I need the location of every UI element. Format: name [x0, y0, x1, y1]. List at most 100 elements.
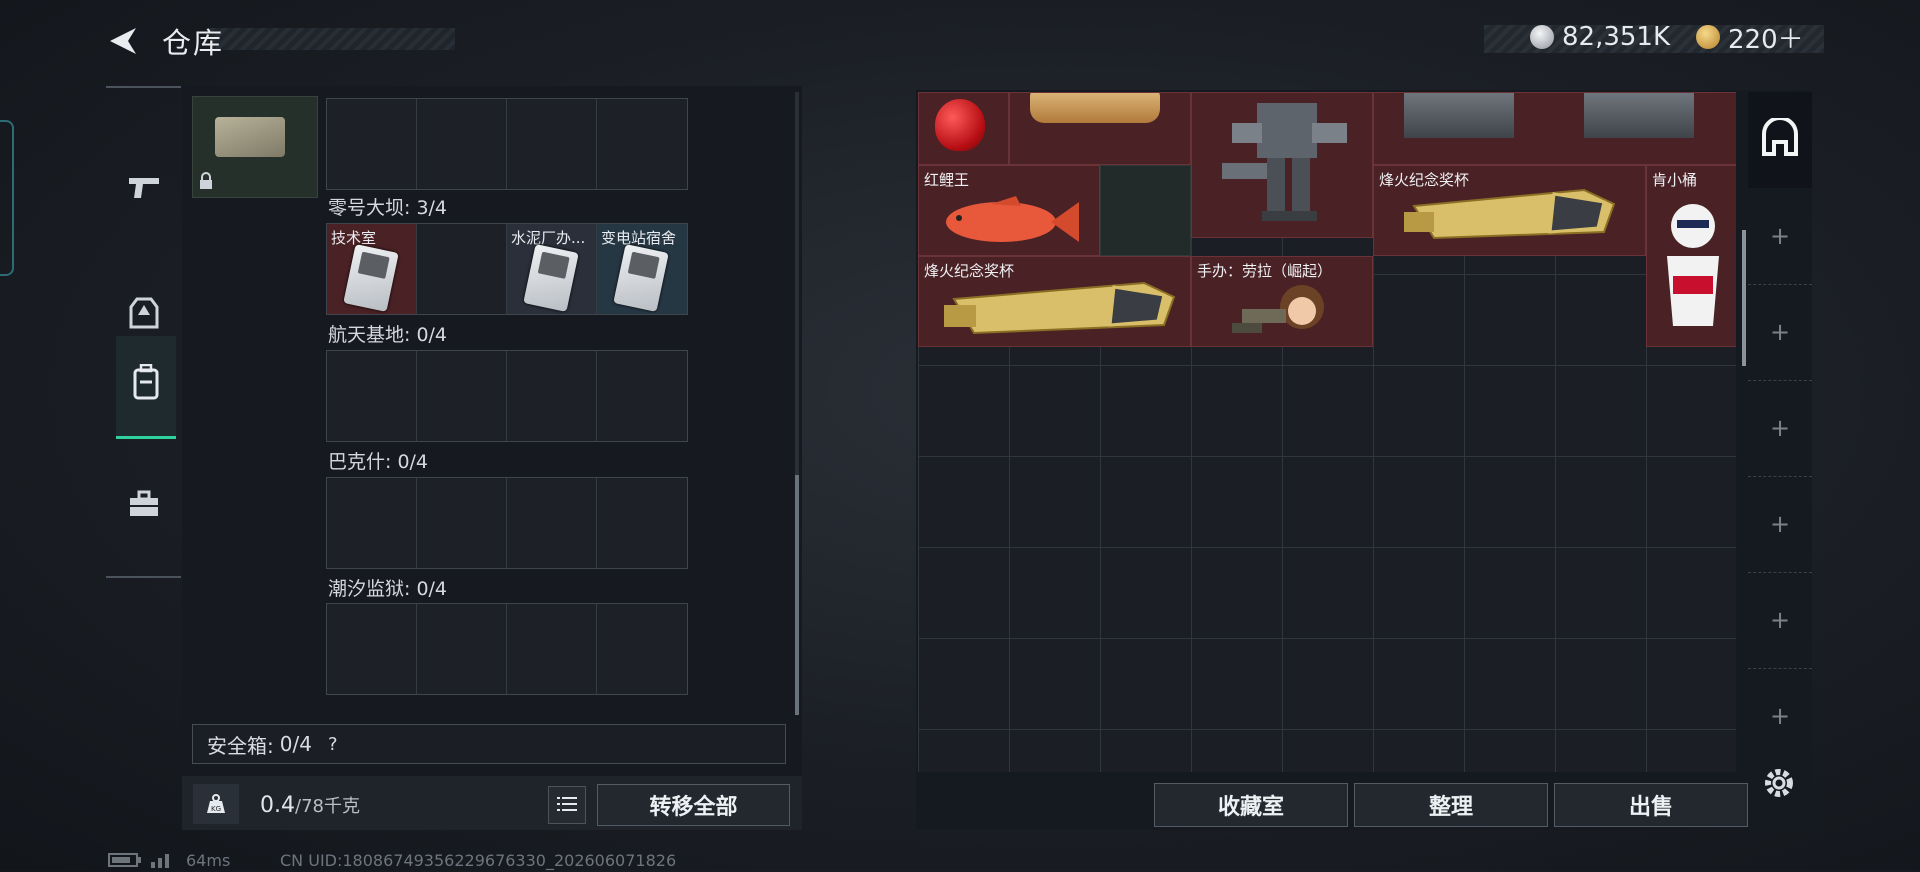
plus-icon: + [1769, 414, 1791, 442]
backpack-grid: 红鲤王 烽火纪念奖杯 肯小桶 烽火纪念奖杯 手办：劳拉（崛起） [918, 92, 1736, 772]
empty-slot[interactable] [327, 351, 417, 441]
nav-weapons[interactable] [106, 140, 181, 240]
add-container-button[interactable]: + [1748, 188, 1812, 285]
currency-primary-value: 82,351K [1562, 22, 1671, 52]
plus-icon: + [1769, 510, 1791, 538]
section-title-bakhsh: 巴克什: 0/4 [328, 451, 429, 473]
plus-icon: + [1769, 318, 1791, 346]
add-container-button[interactable]: + [1748, 668, 1812, 764]
add-container-button[interactable]: + [1748, 572, 1812, 669]
currency-secondary-value: 220＋ [1728, 24, 1804, 55]
left-scrollbar-thumb[interactable] [795, 475, 799, 715]
empty-slot[interactable] [507, 99, 597, 189]
empty-slot[interactable] [327, 99, 417, 189]
keycard-slot[interactable]: 水泥厂办... [507, 224, 597, 314]
help-icon[interactable]: ? [328, 734, 338, 755]
empty-slot[interactable] [417, 351, 507, 441]
nav-tools[interactable] [106, 458, 181, 558]
empty-slot[interactable] [327, 478, 417, 568]
title-decoration [210, 28, 455, 50]
list-view-button[interactable] [548, 786, 586, 824]
battery-icon [108, 852, 142, 871]
apple-image [935, 99, 985, 151]
empty-slot[interactable] [417, 478, 507, 568]
empty-slot[interactable] [597, 604, 687, 694]
trophy-item[interactable]: 烽火纪念奖杯 [918, 256, 1191, 347]
collection-grid-dam: 技术室 水泥厂办... 变电站宿舍 [326, 223, 688, 315]
scroll-image [1030, 93, 1160, 123]
empty-slot[interactable] [507, 351, 597, 441]
safe-box-label: 安全箱: [207, 733, 274, 758]
silver-coin-icon [1530, 25, 1554, 49]
keycard-slot[interactable]: 变电站宿舍 [597, 224, 687, 314]
empty-slot[interactable] [417, 99, 507, 189]
keycard-label: 技术室 [331, 229, 377, 247]
empty-slot[interactable] [507, 604, 597, 694]
empty-slot[interactable] [417, 604, 507, 694]
mech-item[interactable] [1191, 92, 1373, 238]
weight-current: 0.4 [260, 793, 295, 818]
section-title-space-base: 航天基地: 0/4 [328, 324, 448, 346]
plus-icon: + [1769, 606, 1791, 634]
section-title-dam: 零号大坝: 3/4 [328, 197, 448, 219]
keycard-icon [343, 244, 399, 312]
keycard-slot[interactable]: 技术室 [327, 224, 417, 314]
case-image [215, 117, 285, 157]
backpack-container-icon [1760, 116, 1800, 162]
pistol-icon [127, 173, 161, 208]
empty-slot[interactable] [1100, 165, 1191, 256]
organize-button[interactable]: 整理 [1354, 783, 1548, 827]
plus-icon: + [1769, 702, 1791, 730]
nav-backpack[interactable] [116, 336, 176, 439]
empty-slot[interactable] [327, 604, 417, 694]
sell-button[interactable]: 出售 [1554, 783, 1748, 827]
apple-item[interactable] [918, 92, 1009, 165]
empty-slot[interactable] [597, 351, 687, 441]
weight-icon-text: KG [211, 805, 221, 813]
signal-icon [150, 852, 172, 872]
item-label: 手办：劳拉（崛起） [1197, 262, 1333, 280]
collection-grid-space-base [326, 350, 688, 442]
ping-text: 64ms [186, 851, 231, 870]
back-arrow-icon[interactable] [106, 24, 140, 58]
keycard-icon [523, 244, 579, 312]
add-container-button[interactable]: + [1748, 284, 1812, 381]
add-container-button[interactable]: + [1748, 476, 1812, 573]
empty-slot[interactable] [417, 224, 507, 314]
side-drawer-tab[interactable] [0, 120, 14, 276]
category-nav [106, 86, 181, 578]
mech-image [1584, 93, 1694, 138]
safe-box-value: 0/4 [279, 732, 312, 756]
collection-room-button[interactable]: 收藏室 [1154, 783, 1348, 827]
armor-icon [129, 297, 159, 339]
bucket-figure-image [1667, 204, 1719, 326]
transfer-all-button[interactable]: 转移全部 [597, 784, 790, 826]
currency-secondary[interactable]: 220＋ [1696, 20, 1804, 55]
fish-image [946, 196, 1079, 242]
safe-box-row[interactable]: 安全箱: 0/4 ? [192, 724, 786, 764]
empty-slot[interactable] [507, 478, 597, 568]
trophy-image [1404, 188, 1616, 240]
add-container-button[interactable]: + [1748, 380, 1812, 477]
mech-item-2[interactable] [1373, 92, 1736, 165]
lock-icon [198, 172, 214, 194]
figure-image [1232, 285, 1324, 333]
red-carp-item[interactable]: 红鲤王 [918, 165, 1100, 256]
backpack-icon [132, 363, 160, 408]
gold-triangle-icon [1696, 25, 1720, 49]
container-rail: + + + + + + [1748, 92, 1812, 772]
item-label: 肯小桶 [1652, 171, 1698, 189]
kfc-bucket-item[interactable]: 肯小桶 [1646, 165, 1736, 347]
bag-scrollbar-thumb[interactable] [1742, 230, 1746, 366]
scroll-item[interactable] [1009, 92, 1191, 165]
list-icon [557, 793, 577, 817]
gear-icon[interactable] [1762, 766, 1796, 809]
empty-slot[interactable] [597, 478, 687, 568]
uid-text: CN UID:18086749356229676330_202606071826 [280, 851, 677, 870]
mech-image [1404, 93, 1514, 138]
trophy-item[interactable]: 烽火纪念奖杯 [1373, 165, 1646, 256]
plus-icon: + [1769, 222, 1791, 250]
empty-slot[interactable] [597, 99, 687, 189]
backpack-slot-button[interactable] [1748, 92, 1812, 188]
lara-figure-item[interactable]: 手办：劳拉（崛起） [1191, 256, 1373, 347]
